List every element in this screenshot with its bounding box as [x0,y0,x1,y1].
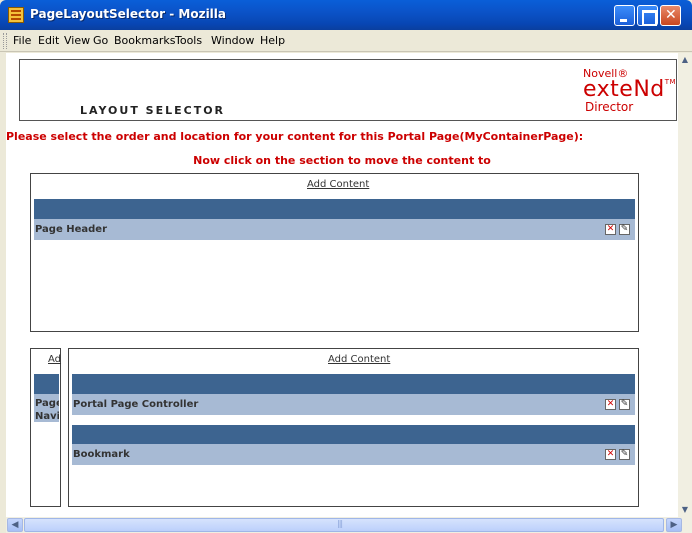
scroll-down-arrow-icon[interactable]: ▼ [678,503,692,517]
add-content-link-left[interactable]: Ad [48,354,61,365]
page-title: LAYOUT SELECTOR [80,104,226,117]
edit-pencil-icon[interactable]: ✎ [619,449,630,460]
novell-extend-logo: Novell® exteNdTM Director [583,68,676,113]
portlet-header-bar [72,374,635,394]
mozilla-app-icon [8,7,24,23]
vertical-scrollbar[interactable]: ▲ ▼ [678,53,692,517]
delete-x-icon[interactable]: ✕ [605,399,616,410]
portlet-label: Bookmark [73,449,130,460]
instruction-primary: Please select the order and location for… [6,130,584,143]
minimize-button[interactable] [614,5,635,26]
menu-bar: File Edit View Go Bookmarks Tools Window… [0,30,692,52]
window-title: PageLayoutSelector - Mozilla [30,7,227,21]
header-box: LAYOUT SELECTOR Novell® exteNdTM Directo… [19,59,677,121]
page-content: LAYOUT SELECTOR Novell® exteNdTM Directo… [6,53,678,517]
portlet-bookmark[interactable]: Bookmark ✕ ✎ [72,444,635,465]
portlet-header-bar [34,374,59,394]
add-content-link-top[interactable]: Add Content [307,179,369,190]
horizontal-scroll-thumb[interactable] [24,518,664,532]
section-top[interactable]: Add Content Page Header ✕ ✎ [30,173,639,332]
portlet-label: Portal Page Controller [73,399,199,410]
portlet-page-navigation[interactable]: Page Navig [34,394,59,422]
portlet-header-bar [72,425,635,444]
add-content-link-main[interactable]: Add Content [328,354,390,365]
section-left[interactable]: Ad Page Navig [30,348,61,507]
logo-line2: exteNdTM [583,77,677,102]
menu-go[interactable]: Go [93,34,108,47]
menu-view[interactable]: View [64,34,90,47]
maximize-button[interactable] [637,5,658,26]
horizontal-scrollbar[interactable]: ◀ ▶ [6,517,692,533]
edit-pencil-icon[interactable]: ✎ [619,224,630,235]
close-button[interactable] [660,5,681,26]
edit-pencil-icon[interactable]: ✎ [619,399,630,410]
delete-x-icon[interactable]: ✕ [605,224,616,235]
portlet-label: Page Header [35,224,108,235]
menubar-grip-icon[interactable] [3,33,7,49]
menu-tools[interactable]: Tools [175,34,202,47]
scroll-up-arrow-icon[interactable]: ▲ [678,53,692,67]
logo-line3: Director [585,100,634,114]
section-main[interactable]: Add Content Portal Page Controller ✕ ✎ B… [68,348,639,507]
portlet-label: Page Navig [35,398,59,422]
menu-window[interactable]: Window [211,34,254,47]
delete-x-icon[interactable]: ✕ [605,449,616,460]
portlet-page-header[interactable]: Page Header ✕ ✎ [34,219,635,240]
window-title-bar[interactable]: PageLayoutSelector - Mozilla [0,0,692,30]
menu-edit[interactable]: Edit [38,34,59,47]
scroll-left-arrow-icon[interactable]: ◀ [7,518,23,532]
menu-file[interactable]: File [13,34,31,47]
menu-help[interactable]: Help [260,34,285,47]
portlet-header-bar [34,199,635,219]
scroll-right-arrow-icon[interactable]: ▶ [666,518,682,532]
menu-bookmarks[interactable]: Bookmarks [114,34,175,47]
instruction-secondary: Now click on the section to move the con… [193,154,491,167]
portlet-portal-page-controller[interactable]: Portal Page Controller ✕ ✎ [72,394,635,415]
